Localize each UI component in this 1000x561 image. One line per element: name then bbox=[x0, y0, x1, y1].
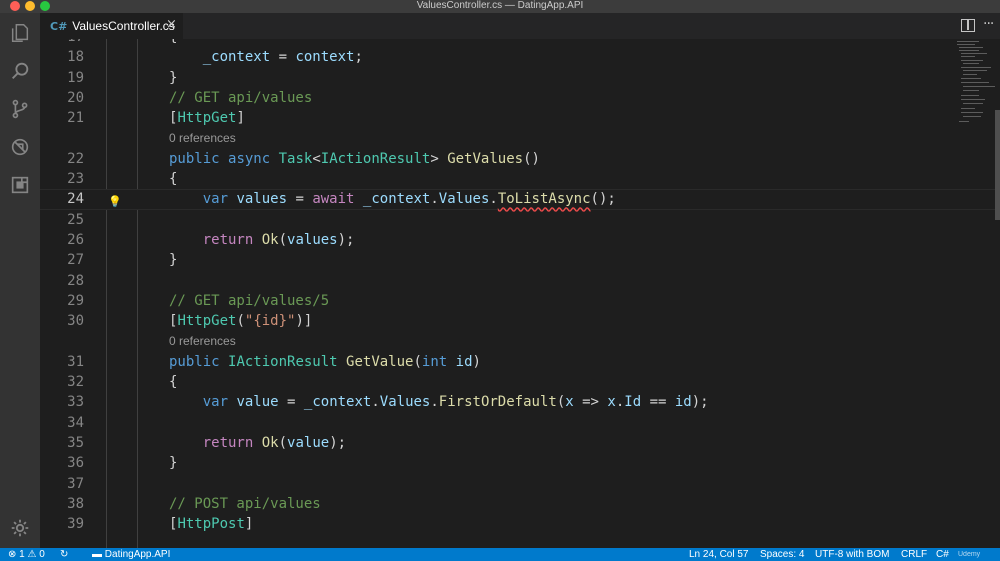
extensions-icon bbox=[11, 176, 29, 194]
minimap[interactable] bbox=[955, 39, 995, 129]
code-line: 26 return Ok(values); bbox=[67, 231, 355, 248]
error-icon: ⊗ bbox=[8, 549, 17, 560]
code-editor[interactable]: 17{ 18 _context = context; 19} 20// GET … bbox=[40, 39, 1000, 548]
window-title: ValuesController.cs — DatingApp.API bbox=[416, 0, 584, 11]
sync-icon[interactable]: ↻ bbox=[60, 548, 68, 561]
code-line: 36} bbox=[67, 455, 178, 472]
code-line: 37 bbox=[67, 475, 84, 492]
split-editor-icon[interactable] bbox=[961, 19, 975, 32]
error-count: 1 bbox=[19, 549, 25, 560]
code-lines: 17{ 18 _context = context; 19} 20// GET … bbox=[40, 39, 1000, 548]
more-actions-icon[interactable]: ··· bbox=[983, 16, 994, 32]
code-line: 18 _context = context; bbox=[67, 49, 363, 66]
code-line-current: 24 💡 var values = await _context.Values.T… bbox=[40, 189, 1000, 210]
debug-button[interactable] bbox=[0, 129, 40, 165]
code-line: 29// GET api/values/5 bbox=[67, 292, 330, 309]
source-control-icon bbox=[12, 99, 28, 119]
problems-indicator[interactable]: ⊗ 1 ⚠ 0 bbox=[8, 548, 45, 561]
folder-indicator[interactable]: ▬ DatingApp.API bbox=[92, 548, 170, 561]
line-endings[interactable]: CRLF bbox=[901, 548, 927, 561]
cursor-position[interactable]: Ln 24, Col 57 bbox=[689, 548, 749, 561]
code-line: 19} bbox=[67, 69, 178, 86]
explorer-button[interactable] bbox=[0, 15, 40, 51]
indentation[interactable]: Spaces: 4 bbox=[760, 548, 804, 561]
encoding[interactable]: UTF-8 with BOM bbox=[815, 548, 889, 561]
code-line: 23{ bbox=[67, 171, 178, 188]
tab-bar: C# ValuesController.cs × ··· bbox=[40, 13, 1000, 39]
code-line: 20// GET api/values bbox=[67, 89, 313, 106]
close-icon[interactable]: × bbox=[166, 17, 177, 32]
activity-bar bbox=[0, 13, 40, 548]
source-control-button[interactable] bbox=[0, 91, 40, 127]
warning-icon: ⚠ bbox=[27, 549, 37, 560]
watermark: Udemy bbox=[958, 551, 981, 558]
code-line: 35 return Ok(value); bbox=[67, 434, 347, 451]
code-line: 32{ bbox=[67, 374, 178, 391]
code-line: 28 bbox=[67, 272, 84, 289]
code-line: 34 bbox=[67, 414, 84, 431]
code-lens-references[interactable]: 0 references bbox=[40, 128, 1000, 148]
folder-icon: ▬ bbox=[92, 549, 102, 560]
language-mode[interactable]: C# bbox=[936, 548, 949, 561]
title-bar: ValuesController.cs — DatingApp.API bbox=[0, 0, 1000, 13]
gear-icon bbox=[11, 519, 29, 537]
vertical-scrollbar[interactable] bbox=[995, 110, 1000, 220]
extensions-button[interactable] bbox=[0, 167, 40, 203]
code-line: 27} bbox=[67, 252, 178, 269]
files-icon bbox=[11, 24, 29, 42]
code-line: 21 [HttpGet] bbox=[67, 110, 245, 127]
settings-button[interactable] bbox=[0, 510, 40, 546]
tab-label: ValuesController.cs bbox=[72, 19, 175, 33]
code-line: 17{ bbox=[40, 39, 1000, 47]
debug-icon bbox=[11, 138, 29, 156]
code-line: 22 public async Task<IActionResult> GetVa… bbox=[67, 150, 540, 167]
code-line: 33 var value = _context.Values.FirstOrDe… bbox=[67, 394, 709, 411]
code-line: 39 [HttpPost] bbox=[67, 516, 254, 533]
code-line: 30 [HttpGet("{id}")] bbox=[67, 313, 313, 330]
csharp-file-icon: C# bbox=[50, 19, 68, 33]
code-line: 38// POST api/values bbox=[67, 495, 321, 512]
search-icon bbox=[12, 62, 29, 79]
code-line: 25 bbox=[67, 211, 84, 228]
search-button[interactable] bbox=[0, 53, 40, 89]
code-line: 31 public IActionResult GetValue(int id) bbox=[67, 353, 481, 370]
warning-count: 0 bbox=[39, 549, 45, 560]
status-bar: ⊗ 1 ⚠ 0 ↻ ▬ DatingApp.API Ln 24, Col 57 … bbox=[0, 548, 1000, 561]
code-lens-references[interactable]: 0 references bbox=[40, 331, 1000, 351]
folder-name: DatingApp.API bbox=[104, 549, 171, 560]
tab-valuescontroller[interactable]: C# ValuesController.cs × bbox=[40, 13, 183, 39]
